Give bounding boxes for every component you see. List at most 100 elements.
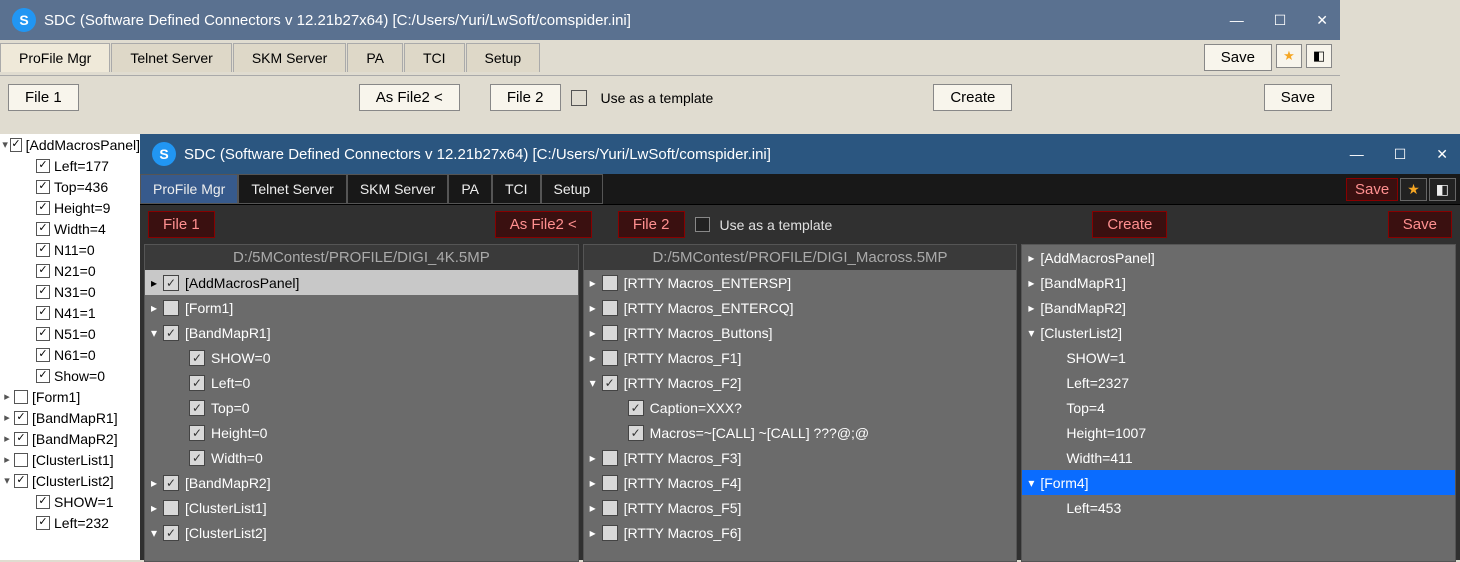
tree-twisty-icon[interactable]: ▸ — [145, 301, 163, 315]
tree-twisty-icon[interactable]: ▸ — [0, 432, 14, 445]
tree-twisty-icon[interactable]: ▸ — [1022, 251, 1040, 265]
tree-checkbox[interactable] — [36, 222, 50, 236]
tree-checkbox[interactable] — [36, 264, 50, 278]
tree-twisty-icon[interactable]: ▸ — [584, 326, 602, 340]
tree-row[interactable]: ▾[ClusterList2] — [1022, 320, 1455, 345]
tree-checkbox[interactable] — [14, 453, 28, 467]
tree-checkbox[interactable] — [189, 350, 205, 366]
create-button-dark[interactable]: Create — [1092, 211, 1167, 238]
tree-row[interactable]: Show=0 — [0, 365, 140, 386]
save2-button-light[interactable]: Save — [1264, 84, 1332, 111]
tree-row[interactable]: N41=1 — [0, 302, 140, 323]
tree-checkbox[interactable] — [163, 275, 179, 291]
tree-checkbox[interactable] — [189, 375, 205, 391]
tab-tci[interactable]: TCI — [404, 43, 465, 72]
tree-checkbox[interactable] — [14, 474, 28, 488]
tab-setup-dark[interactable]: Setup — [541, 174, 604, 204]
tree-row[interactable]: Height=9 — [0, 197, 140, 218]
tab-skm-server[interactable]: SKM Server — [233, 43, 346, 72]
tree-checkbox[interactable] — [189, 400, 205, 416]
tree-checkbox[interactable] — [189, 450, 205, 466]
tree-row[interactable]: ▸[Form1] — [0, 386, 140, 407]
tree-row[interactable]: ▸[ClusterList1] — [145, 495, 578, 520]
tree-row[interactable]: Top=436 — [0, 176, 140, 197]
tree-row[interactable]: ▸[RTTY Macros_F6] — [584, 520, 1017, 545]
file1-button-light[interactable]: File 1 — [8, 84, 79, 111]
minimize-icon[interactable]: — — [1350, 146, 1364, 163]
tree-row[interactable]: Height=1007 — [1022, 420, 1455, 445]
tree-row[interactable]: Top=4 — [1022, 395, 1455, 420]
tree-row[interactable]: ▸[RTTY Macros_ENTERSP] — [584, 270, 1017, 295]
tab-telnet-server[interactable]: Telnet Server — [111, 43, 231, 72]
tree-twisty-icon[interactable]: ▾ — [0, 138, 10, 151]
tree-checkbox[interactable] — [36, 348, 50, 362]
tree-row[interactable]: ▸[BandMapR2] — [0, 428, 140, 449]
asfile2-button-light[interactable]: As File2 < — [359, 84, 460, 111]
tree-checkbox[interactable] — [36, 243, 50, 257]
tree-row[interactable]: Left=232 — [0, 512, 140, 533]
tree-checkbox[interactable] — [602, 275, 618, 291]
tree-checkbox[interactable] — [36, 180, 50, 194]
tree-checkbox[interactable] — [628, 400, 644, 416]
tool-icon-dark[interactable]: ◧ — [1429, 178, 1456, 201]
tree-row[interactable]: N51=0 — [0, 323, 140, 344]
asfile2-button-dark[interactable]: As File2 < — [495, 211, 592, 238]
tree-row[interactable]: Left=2327 — [1022, 370, 1455, 395]
tree-checkbox[interactable] — [36, 159, 50, 173]
tree-row[interactable]: ▸[BandMapR1] — [1022, 270, 1455, 295]
tree-twisty-icon[interactable]: ▸ — [0, 453, 14, 466]
tree-twisty-icon[interactable]: ▾ — [584, 376, 602, 390]
file2-button-dark[interactable]: File 2 — [618, 211, 685, 238]
tree-checkbox[interactable] — [163, 475, 179, 491]
tree-checkbox[interactable] — [36, 327, 50, 341]
tree-twisty-icon[interactable]: ▸ — [584, 276, 602, 290]
tree-twisty-icon[interactable]: ▸ — [145, 276, 163, 290]
tree-row[interactable]: ▸[RTTY Macros_F5] — [584, 495, 1017, 520]
tree-checkbox[interactable] — [602, 300, 618, 316]
star-icon-dark[interactable]: ★ — [1400, 178, 1427, 201]
tab-profile-mgr[interactable]: ProFile Mgr — [0, 43, 110, 72]
tree-checkbox[interactable] — [14, 411, 28, 425]
tree-light[interactable]: ▾[AddMacrosPanel]Left=177Top=436Height=9… — [0, 134, 140, 560]
tree-checkbox[interactable] — [602, 375, 618, 391]
tree-checkbox[interactable] — [189, 425, 205, 441]
tree-twisty-icon[interactable]: ▾ — [145, 526, 163, 540]
tree-twisty-icon[interactable]: ▸ — [145, 476, 163, 490]
tree-checkbox[interactable] — [602, 500, 618, 516]
tree-row[interactable]: N21=0 — [0, 260, 140, 281]
tree-row[interactable]: ▾[Form4] — [1022, 470, 1455, 495]
tree-checkbox[interactable] — [163, 525, 179, 541]
tree-checkbox[interactable] — [163, 325, 179, 341]
tree-checkbox[interactable] — [602, 325, 618, 341]
titlebar-light[interactable]: S SDC (Software Defined Connectors v 12.… — [0, 0, 1340, 40]
tool-icon[interactable]: ◧ — [1306, 44, 1332, 68]
use-template-checkbox-dark[interactable] — [695, 217, 710, 232]
tree-twisty-icon[interactable]: ▸ — [1022, 276, 1040, 290]
tree-checkbox[interactable] — [14, 432, 28, 446]
tree-twisty-icon[interactable]: ▸ — [0, 411, 14, 424]
tree-twisty-icon[interactable]: ▸ — [584, 451, 602, 465]
tree-row[interactable]: ▸[Form1] — [145, 295, 578, 320]
tree-row[interactable]: ▸[BandMapR1] — [0, 407, 140, 428]
tree-row[interactable]: ▸[RTTY Macros_F1] — [584, 345, 1017, 370]
tree-twisty-icon[interactable]: ▸ — [145, 501, 163, 515]
tree-row[interactable]: ▸[ClusterList1] — [0, 449, 140, 470]
create-button-light[interactable]: Create — [933, 84, 1012, 111]
tree-row[interactable]: ▾[RTTY Macros_F2] — [584, 370, 1017, 395]
tree-checkbox[interactable] — [36, 495, 50, 509]
tree-checkbox[interactable] — [36, 201, 50, 215]
tree-row[interactable]: ▸[BandMapR2] — [1022, 295, 1455, 320]
tree-checkbox[interactable] — [36, 306, 50, 320]
tab-profile-mgr-dark[interactable]: ProFile Mgr — [140, 174, 238, 204]
tab-skm-server-dark[interactable]: SKM Server — [347, 174, 448, 204]
star-icon[interactable]: ★ — [1276, 44, 1302, 68]
tree-checkbox[interactable] — [602, 350, 618, 366]
tree-twisty-icon[interactable]: ▾ — [0, 474, 14, 487]
minimize-icon[interactable]: — — [1230, 12, 1244, 29]
save-button-dark[interactable]: Save — [1346, 178, 1398, 201]
tree-row[interactable]: ▾[BandMapR1] — [145, 320, 578, 345]
tab-pa-dark[interactable]: PA — [448, 174, 492, 204]
tree-row[interactable]: ▸[RTTY Macros_ENTERCQ] — [584, 295, 1017, 320]
tree-row[interactable]: Height=0 — [145, 420, 578, 445]
file2-button-light[interactable]: File 2 — [490, 84, 561, 111]
